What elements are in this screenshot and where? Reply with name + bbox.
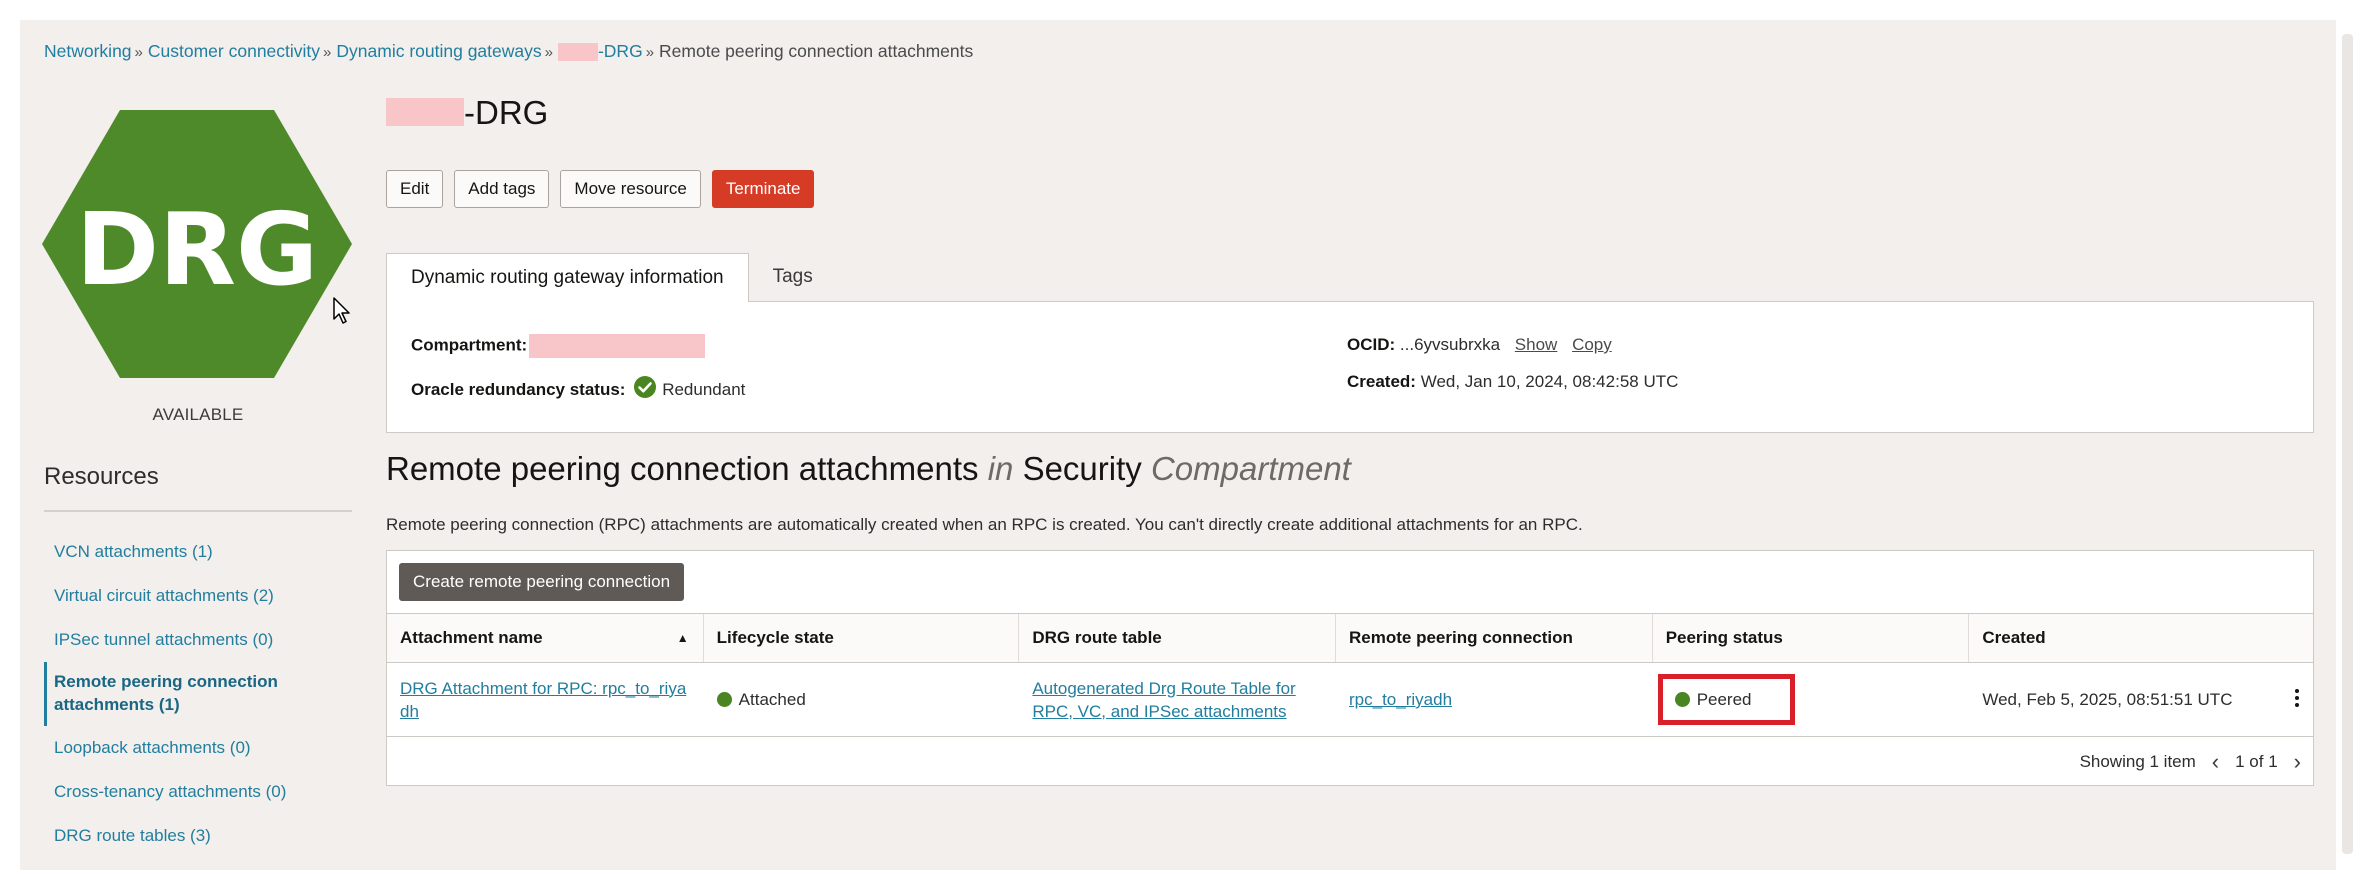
cell-attachment-name: DRG Attachment for RPC: rpc_to_riyadh (387, 663, 704, 736)
created-value: Wed, Feb 5, 2025, 08:51:51 UTC (1982, 690, 2233, 709)
lifecycle-state-value: Attached (738, 690, 806, 709)
cell-peering-status: Peered (1653, 663, 1970, 736)
compartment-field: Compartment: (411, 334, 706, 358)
created-value: Wed, Jan 10, 2024, 08:42:58 UTC (1420, 372, 1679, 391)
next-page-icon[interactable]: › (2290, 749, 2305, 775)
column-header-drg-route-table: DRG route table (1019, 614, 1337, 662)
ocid-show-link[interactable]: Show (1515, 335, 1558, 354)
resources-heading: Resources (44, 463, 159, 490)
column-header-attachment-name[interactable]: Attachment name ▲ (387, 614, 704, 662)
status-dot-icon (716, 692, 732, 707)
redundancy-label: Oracle redundancy status: (411, 380, 626, 399)
breadcrumb-drg[interactable]: -DRG (557, 41, 643, 62)
ocid-copy-link[interactable]: Copy (1572, 335, 1612, 354)
add-tags-button[interactable]: Add tags (454, 170, 550, 208)
table-header: Attachment name ▲ Lifecycle state DRG ro… (387, 613, 2313, 663)
row-actions-kebab-icon[interactable] (2291, 687, 2303, 713)
breadcrumb-current: Remote peering connection attachments (659, 41, 974, 61)
column-header-created: Created (1982, 628, 2046, 647)
tab-tags[interactable]: Tags (749, 253, 837, 301)
peering-status-value: Peered (1696, 690, 1752, 709)
compartment-label: Compartment: (411, 335, 528, 355)
redacted-name (557, 43, 598, 62)
cell-route-table: Autogenerated Drg Route Table for RPC, V… (1019, 663, 1336, 736)
page-title: -DRG (386, 94, 548, 132)
sort-ascending-icon[interactable]: ▲ (677, 614, 689, 662)
showing-count: Showing 1 item (2079, 752, 2196, 771)
column-label: Attachment name (400, 628, 543, 647)
breadcrumb-separator: » (645, 44, 655, 61)
detail-tabs: Dynamic routing gateway information Tags (386, 253, 837, 302)
resource-ipsec-tunnel-attachments[interactable]: IPSec tunnel attachments (0) (44, 618, 354, 662)
breadcrumb-separator: » (134, 44, 143, 61)
attachment-name-link[interactable]: DRG Attachment for RPC: rpc_to_riyadh (400, 677, 691, 723)
resource-cross-tenancy-attachments[interactable]: Cross-tenancy attachments (0) (44, 770, 354, 814)
resource-vcn-attachments[interactable]: VCN attachments (1) (44, 530, 354, 574)
move-resource-button[interactable]: Move resource (560, 170, 701, 208)
tab-gateway-information[interactable]: Dynamic routing gateway information (386, 253, 749, 302)
mouse-cursor-icon (333, 297, 350, 324)
status-dot-icon (1674, 692, 1690, 707)
breadcrumb-drg-label: -DRG (597, 41, 643, 61)
resource-rpc-attachments[interactable]: Remote peering connection attachments (1… (44, 662, 354, 726)
previous-page-icon[interactable]: ‹ (2208, 749, 2223, 775)
page-title-text: -DRG (464, 94, 549, 131)
created-label: Created: (1347, 372, 1416, 391)
section-description: Remote peering connection (RPC) attachme… (386, 515, 1583, 534)
page-indicator: 1 of 1 (2235, 752, 2278, 771)
table-footer: Showing 1 item ‹ 1 of 1 › (2080, 749, 2305, 775)
route-table-link[interactable]: Autogenerated Drg Route Table for RPC, V… (1032, 677, 1323, 723)
redundancy-value: Redundant (662, 380, 746, 399)
breadcrumb-customer-connectivity[interactable]: Customer connectivity (148, 41, 320, 61)
rpc-link[interactable]: rpc_to_riyadh (1349, 688, 1452, 711)
cell-created: Wed, Feb 5, 2025, 08:51:51 UTC (1969, 663, 2313, 736)
ocid-field: OCID: ...6yvsubrxka Show Copy (1347, 335, 1612, 355)
ocid-value: ...6yvsubrxka (1399, 335, 1501, 354)
resources-divider (44, 510, 352, 512)
ocid-label: OCID: (1347, 335, 1396, 354)
section-title: Remote peering connection attachments in… (386, 450, 1351, 488)
column-header-remote-peering-connection: Remote peering connection (1336, 614, 1653, 662)
create-rpc-button[interactable]: Create remote peering connection (399, 563, 685, 601)
breadcrumb-networking[interactable]: Networking (44, 41, 132, 61)
edit-button[interactable]: Edit (386, 170, 444, 208)
resources-nav: VCN attachments (1) Virtual circuit atta… (44, 530, 354, 858)
section-title-compartment-word: Compartment (1150, 450, 1351, 487)
section-title-in: in (987, 450, 1014, 487)
check-circle-icon (634, 376, 657, 398)
section-title-main: Remote peering connection attachments (386, 450, 979, 487)
section-title-compartment: Security (1022, 450, 1142, 487)
redundancy-field: Oracle redundancy status: Redundant (411, 376, 745, 400)
cell-lifecycle-state: Attached (704, 663, 1020, 736)
redacted-name (386, 98, 464, 126)
resource-virtual-circuit-attachments[interactable]: Virtual circuit attachments (2) (44, 574, 354, 618)
drg-hexagon-icon: DRG (42, 110, 352, 378)
gateway-info-panel: Compartment: Oracle redundancy status: R… (386, 301, 2314, 433)
created-field: Created: Wed, Jan 10, 2024, 08:42:58 UTC (1347, 372, 1678, 392)
breadcrumb: Networking» Customer connectivity» Dynamic… (44, 41, 973, 62)
redacted-compartment (529, 334, 706, 358)
attachments-table-panel: Create remote peering connection Attachm… (386, 550, 2314, 786)
breadcrumb-dynamic-routing-gateways[interactable]: Dynamic routing gateways (336, 41, 541, 61)
cell-remote-peering-connection: rpc_to_riyadh (1336, 663, 1653, 736)
breadcrumb-separator: » (323, 44, 332, 61)
resource-loopback-attachments[interactable]: Loopback attachments (0) (44, 726, 354, 770)
logo-text: DRG (76, 191, 318, 308)
console-page: Networking» Customer connectivity» Dynamic… (20, 20, 2356, 870)
breadcrumb-separator: » (544, 44, 553, 61)
column-header-lifecycle-state: Lifecycle state (704, 614, 1020, 662)
terminate-button[interactable]: Terminate (711, 170, 815, 208)
resource-drg-route-tables[interactable]: DRG route tables (3) (44, 814, 354, 858)
page-scrollbar[interactable] (2336, 20, 2357, 870)
action-toolbar: Edit Add tags Move resource Terminate (386, 170, 815, 208)
lifecycle-status-label: AVAILABLE (152, 405, 244, 424)
column-header-peering-status: Peering status (1653, 614, 1970, 662)
peering-status-highlight: Peered (1657, 674, 1795, 725)
table-row: DRG Attachment for RPC: rpc_to_riyadh At… (387, 663, 2313, 737)
